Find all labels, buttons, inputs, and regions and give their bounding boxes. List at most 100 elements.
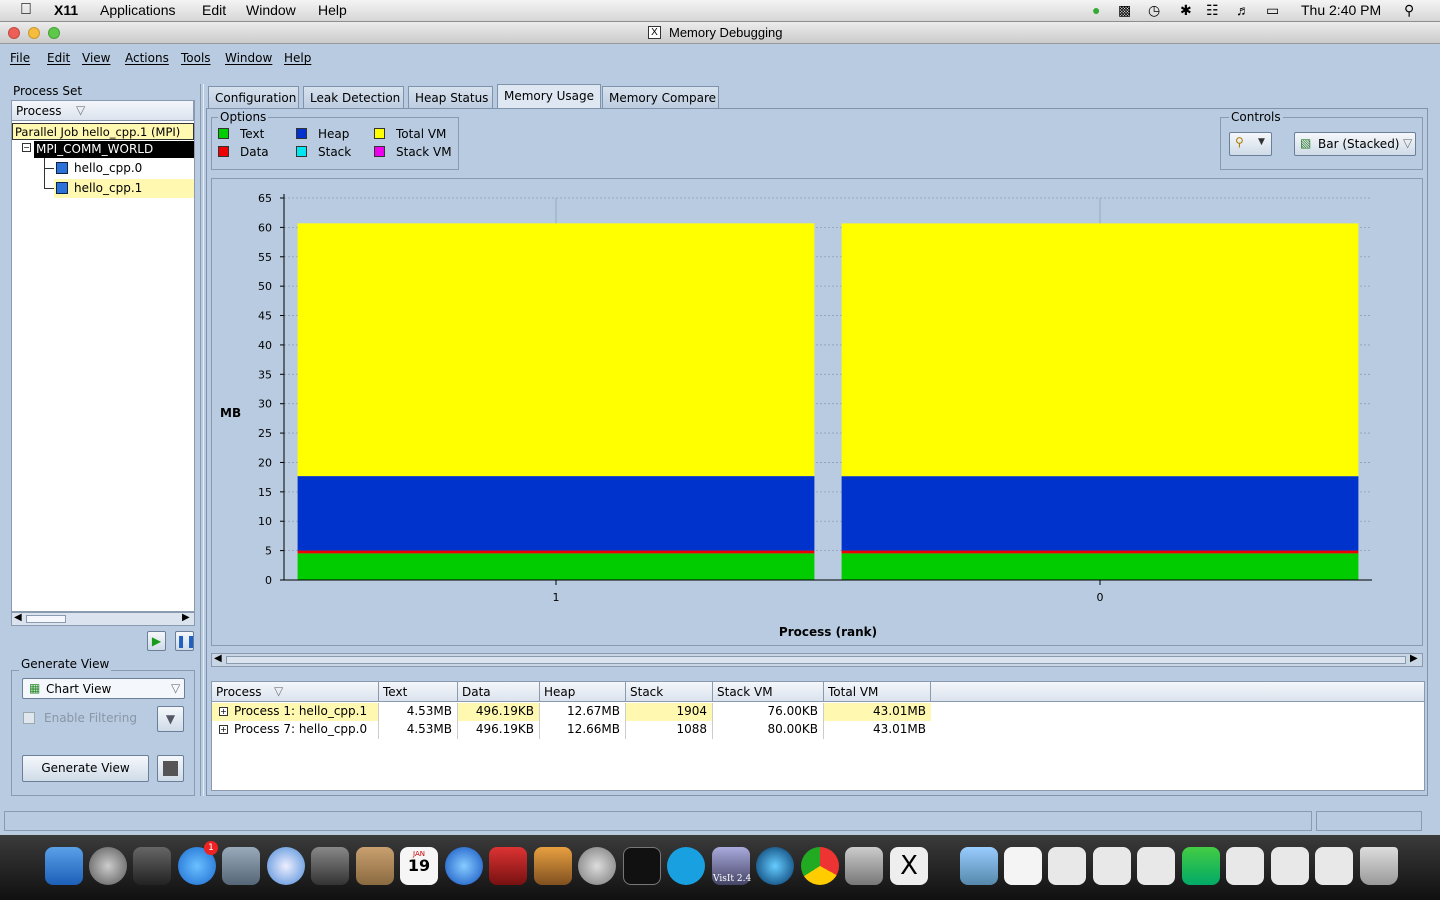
app-menu[interactable]: X11 [54, 2, 78, 18]
scroll-right-icon[interactable]: ▶ [1410, 653, 1418, 664]
volume-icon[interactable]: ♬ [1236, 2, 1250, 18]
tree-item-hello-cpp-1[interactable]: hello_cpp.1 [72, 180, 144, 196]
mac-menu-edit[interactable]: Edit [202, 2, 226, 18]
tree-horizontal-scrollbar[interactable]: ◀ ▶ [11, 612, 195, 626]
play-icon[interactable]: ▶ [147, 631, 166, 651]
finder-icon[interactable] [45, 847, 83, 885]
folder-icon[interactable] [960, 847, 998, 885]
collapse-icon[interactable]: − [22, 143, 31, 152]
process-column-header[interactable]: Process ▽ [12, 101, 194, 121]
x11-icon[interactable]: X [890, 847, 928, 885]
chart-type-select[interactable]: ▧ Bar (Stacked) ▽ [1294, 132, 1416, 156]
clock[interactable]: Thu 2:40 PM [1301, 2, 1381, 18]
heap-swatch-icon[interactable] [296, 128, 307, 139]
photo-booth-icon[interactable] [489, 847, 527, 885]
menu-help[interactable]: Help [284, 51, 311, 65]
stack-icon[interactable] [1226, 847, 1264, 885]
trash-icon[interactable] [1360, 847, 1398, 885]
zoom-button[interactable]: ⚲ ▼ [1229, 132, 1272, 156]
tab-configuration[interactable]: Configuration [208, 86, 299, 108]
wifi-icon[interactable]: ☷ [1206, 2, 1219, 19]
itunes-icon[interactable] [445, 847, 483, 885]
time-machine-icon[interactable]: ◷ [1148, 2, 1160, 19]
tab-heap-status[interactable]: Heap Status [408, 86, 493, 108]
stack-icon[interactable] [1315, 847, 1353, 885]
visit-icon[interactable]: VisIt 2.4 [712, 847, 751, 885]
launchpad-icon[interactable] [89, 847, 127, 885]
stack-icon[interactable] [1093, 847, 1131, 885]
facetime-icon[interactable] [311, 847, 349, 885]
stack-icon[interactable] [1182, 847, 1220, 885]
preview-photos-icon[interactable] [845, 847, 883, 885]
quicktime-icon[interactable] [756, 847, 794, 885]
column-header-text[interactable]: Text [379, 682, 458, 702]
tab-memory-compare[interactable]: Memory Compare [602, 86, 719, 108]
tree-item-hello-cpp-0[interactable]: hello_cpp.0 [72, 160, 144, 176]
scroll-left-icon[interactable]: ◀ [14, 612, 22, 623]
enable-filtering-checkbox[interactable] [23, 712, 35, 724]
terminal-icon[interactable] [623, 847, 661, 885]
stack-swatch-icon[interactable] [296, 146, 307, 157]
app-store-icon[interactable]: 1 [178, 841, 218, 885]
battery-icon[interactable]: ▭ [1266, 2, 1279, 19]
column-header-stack-vm[interactable]: Stack VM [713, 682, 824, 702]
expand-icon[interactable]: + [219, 725, 228, 734]
chrome-icon[interactable] [801, 847, 839, 885]
menu-tools[interactable]: Tools [181, 51, 211, 65]
filter-icon[interactable]: ▼ [157, 706, 184, 732]
mac-menu-applications[interactable]: Applications [100, 2, 176, 18]
mac-menu-help[interactable]: Help [318, 2, 347, 18]
sort-icon[interactable]: ▽ [274, 684, 283, 698]
table-row[interactable]: + Process 1: hello_cpp.1 4.53MB 496.19KB… [212, 703, 931, 721]
sort-icon[interactable]: ▽ [76, 103, 85, 117]
stack-icon[interactable] [1271, 847, 1309, 885]
scroll-thumb[interactable] [26, 615, 66, 623]
column-header-total-vm[interactable]: Total VM [824, 682, 931, 702]
minimize-window-button[interactable] [28, 27, 40, 39]
preview-icon[interactable] [222, 847, 260, 885]
document-icon[interactable] [1004, 847, 1042, 885]
scroll-left-icon[interactable]: ◀ [214, 653, 222, 664]
tab-leak-detection[interactable]: Leak Detection [303, 86, 404, 108]
menu-actions[interactable]: Actions [125, 51, 169, 65]
text-swatch-icon[interactable] [218, 128, 229, 139]
column-header-data[interactable]: Data [458, 682, 540, 702]
generate-view-button[interactable]: Generate View [22, 755, 149, 782]
data-swatch-icon[interactable] [218, 146, 229, 157]
menu-edit[interactable]: Edit [47, 51, 70, 65]
scroll-thumb[interactable] [226, 656, 1406, 664]
view-type-select[interactable]: ▦ Chart View ▽ [22, 678, 185, 699]
menu-window[interactable]: Window [225, 51, 272, 65]
safari-icon[interactable] [267, 847, 305, 885]
column-header-stack[interactable]: Stack [626, 682, 713, 702]
mac-menu-window[interactable]: Window [246, 2, 296, 18]
table-row[interactable]: + Process 7: hello_cpp.0 4.53MB 496.19KB… [212, 721, 931, 739]
status-icon[interactable]: ● [1092, 2, 1100, 18]
menu-file[interactable]: File [10, 51, 30, 65]
iphoto-icon[interactable] [534, 847, 572, 885]
spotlight-search-icon[interactable]: ⚲ [1404, 2, 1414, 19]
stack-icon[interactable] [1048, 847, 1086, 885]
zoom-window-button[interactable] [48, 27, 60, 39]
contacts-icon[interactable] [356, 847, 394, 885]
mission-control-icon[interactable] [133, 847, 171, 885]
apple-icon[interactable]:  [20, 1, 32, 19]
scroll-right-icon[interactable]: ▶ [182, 612, 190, 623]
chart-horizontal-scrollbar[interactable]: ◀ ▶ [211, 653, 1423, 667]
total-vm-swatch-icon[interactable] [374, 128, 385, 139]
expand-icon[interactable]: + [219, 707, 228, 716]
stack-vm-swatch-icon[interactable] [374, 146, 385, 157]
bluetooth-icon[interactable]: ✱ [1180, 2, 1192, 19]
stack-icon[interactable] [1137, 847, 1175, 885]
vertical-splitter[interactable] [200, 84, 204, 796]
menu-view[interactable]: View [82, 51, 110, 65]
column-header-heap[interactable]: Heap [540, 682, 626, 702]
battery-meter-icon[interactable]: ▩ [1118, 2, 1131, 19]
pause-icon[interactable]: ❚❚ [175, 631, 196, 651]
system-preferences-icon[interactable] [578, 847, 616, 885]
close-window-button[interactable] [8, 27, 20, 39]
tab-memory-usage[interactable]: Memory Usage [497, 84, 601, 109]
calendar-icon[interactable]: JAN 19 [400, 847, 438, 885]
column-header-process[interactable]: Process ▽ [212, 682, 379, 702]
skype-icon[interactable] [667, 847, 705, 885]
